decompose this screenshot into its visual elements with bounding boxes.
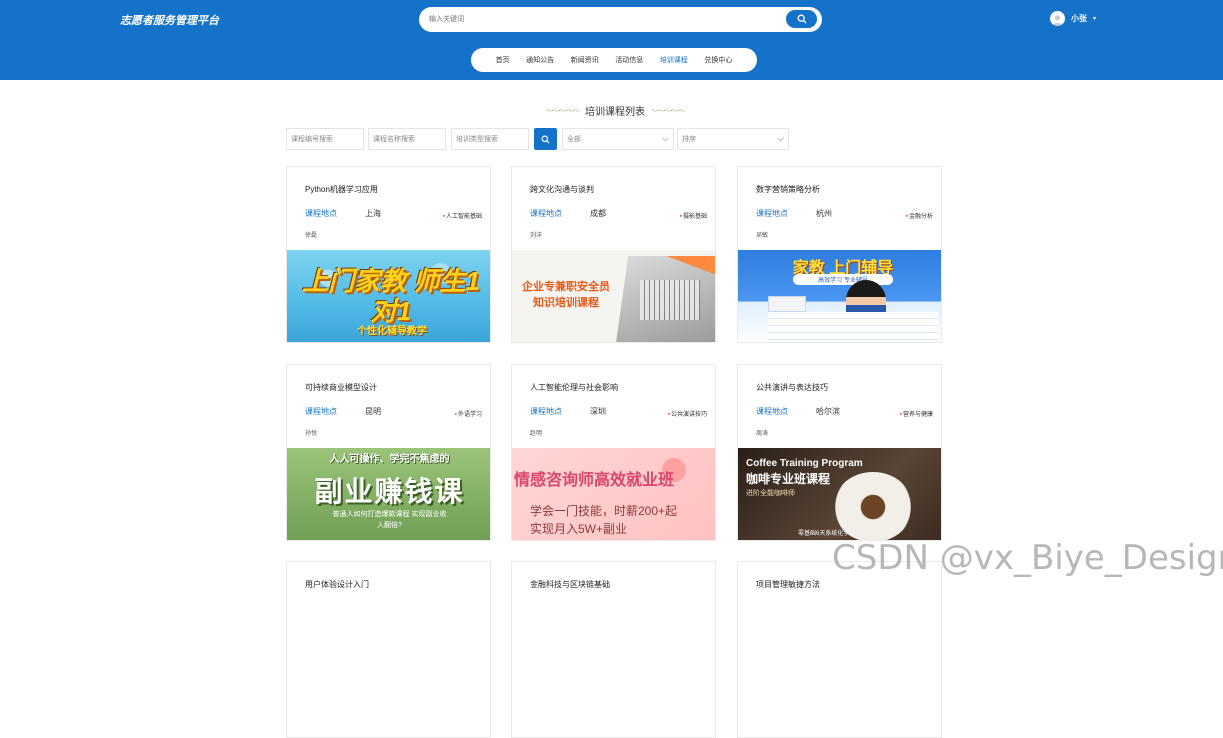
sort-select[interactable]: 排序: [677, 128, 789, 150]
search-icon: [797, 14, 806, 24]
nav-news[interactable]: 新闻资讯: [571, 55, 599, 65]
search-box: [419, 7, 822, 32]
course-teacher: 吴敏: [756, 233, 769, 239]
cover-headline: 情感咨询师高效就业班: [514, 472, 675, 489]
nav-notices[interactable]: 通知公告: [526, 55, 554, 65]
decorative-divider-left: ～･～･～･～･～: [545, 108, 580, 115]
course-cover-image[interactable]: 上门家教 师生1对1 个性化辅导教学: [287, 250, 490, 342]
course-tag: 金融分析: [906, 211, 933, 220]
cover-note: 普通人如何打造爆款课程 实现副业收入翻倍?: [332, 511, 447, 529]
cover-note: 进阶全能咖啡师: [746, 490, 795, 497]
course-title: 用户体验设计入门: [305, 580, 369, 589]
course-name-search-input[interactable]: 课程名称搜索: [368, 128, 446, 150]
main-nav: 首页 通知公告 新闻资讯 活动信息 培训课程 兑换中心: [471, 48, 757, 72]
category-select-value: 全部: [567, 136, 581, 143]
course-card[interactable]: Python机器学习应用 课程地点 上海 人工智能基础 徐磊 上门家教 师生1对…: [286, 166, 491, 343]
cover-headline: Coffee Training Program: [746, 458, 863, 469]
list-heading: ～･～･～･～･～ 培训课程列表 ～･～･～･～･～: [505, 102, 725, 118]
chevron-down-icon: ▾: [1093, 16, 1097, 22]
course-title: Python机器学习应用: [305, 185, 378, 194]
course-cover-image[interactable]: 企业专兼职安全员 知识培训课程: [512, 250, 715, 342]
course-teacher: 徐磊: [305, 233, 318, 239]
cover-subtitle: 咖啡专业班课程: [746, 472, 831, 486]
course-location: 深圳: [590, 407, 606, 416]
location-label: 课程地点: [530, 407, 562, 416]
course-tag: 人工智能基础: [443, 211, 482, 220]
cover-subtitle: 人人可操作、学完不焦虑的: [329, 454, 450, 465]
location-label: 课程地点: [305, 209, 337, 218]
course-title: 可持续商业模型设计: [305, 383, 377, 392]
course-card[interactable]: 可持续商业模型设计 课程地点 昆明 外语学习 孙悦 人人可操作、学完不焦虑的 副…: [286, 364, 491, 541]
course-location: 成都: [590, 209, 606, 218]
watermark: CSDN @vx_Biye_Design: [832, 538, 1223, 578]
location-label: 课程地点: [305, 407, 337, 416]
course-cover-image[interactable]: 家教 上门辅导 高效学习 专业辅导: [738, 250, 941, 342]
page-title: 培训课程列表: [585, 106, 645, 118]
course-teacher: 刘洋: [530, 233, 543, 239]
nav-activities[interactable]: 活动信息: [615, 55, 643, 65]
course-cover-image[interactable]: 人人可操作、学完不焦虑的 副业赚钱课 普通人如何打造爆款课程 实现副业收入翻倍?: [287, 448, 490, 540]
decorative-divider-right: ～･～･～･～･～: [651, 108, 685, 115]
chevron-down-icon: [777, 136, 784, 142]
course-teacher: 周涛: [756, 431, 769, 437]
cover-subtitle: 个性化辅导教学: [357, 326, 427, 337]
cover-subtitle: 知识培训课程: [533, 297, 599, 309]
cover-headline: 副业赚钱课: [314, 476, 465, 507]
sort-select-value: 排序: [682, 136, 696, 143]
course-type-search-input[interactable]: 培训类型搜索: [451, 128, 529, 150]
cover-headline: 上门家教 师生1对1: [302, 266, 480, 326]
course-number-search-input[interactable]: 课程编号搜索: [286, 128, 364, 150]
top-header: 志愿者服务管理平台 小张 ▾ 首页 通知公告 新闻资讯 活动信息 培训课程 兑换…: [0, 0, 1223, 80]
search-icon: [541, 134, 550, 144]
user-name: 小张: [1071, 14, 1087, 23]
course-tag: 外语学习: [455, 409, 482, 418]
course-title: 人工智能伦理与社会影响: [530, 383, 618, 392]
course-card[interactable]: 金融科技与区块链基础: [511, 561, 716, 738]
cover-footer: 零基础6天系统化学习: [798, 531, 856, 537]
course-title: 公共演讲与表达技巧: [756, 383, 828, 392]
user-icon: [1052, 15, 1063, 26]
course-cover-image[interactable]: Coffee Training Program 咖啡专业班课程 进阶全能咖啡师 …: [738, 448, 941, 540]
cover-headline: 企业专兼职安全员: [522, 281, 610, 293]
course-card[interactable]: 用户体验设计入门: [286, 561, 491, 738]
cover-note: 实现月入5W+副业: [530, 522, 628, 536]
course-title: 跨文化沟通与谈判: [530, 185, 594, 194]
course-tag: 公共演讲技巧: [668, 409, 707, 418]
course-cover-image[interactable]: 情感咨询师高效就业班 学会一门技能，时薪200+起 实现月入5W+副业: [512, 448, 715, 540]
chevron-down-icon: [662, 136, 669, 142]
category-select[interactable]: 全部: [562, 128, 674, 150]
location-label: 课程地点: [756, 209, 788, 218]
course-card[interactable]: 人工智能伦理与社会影响 课程地点 深圳 公共演讲技巧 赵明 情感咨询师高效就业班…: [511, 364, 716, 541]
course-location: 杭州: [816, 209, 832, 218]
course-location: 上海: [365, 209, 381, 218]
nav-home[interactable]: 首页: [496, 55, 510, 65]
avatar: [1050, 11, 1065, 26]
course-card[interactable]: 数字营销策略分析 课程地点 杭州 金融分析 吴敏 家教 上门辅导 高效学习 专业…: [737, 166, 942, 343]
nav-training-courses[interactable]: 培训课程: [660, 55, 688, 65]
course-teacher: 赵明: [530, 431, 543, 437]
course-title: 数字营销策略分析: [756, 185, 820, 194]
course-card[interactable]: 公共演讲与表达技巧 课程地点 哈尔滨 营养与健康 周涛 Coffee Train…: [737, 364, 942, 541]
course-tag: 摄影基础: [680, 211, 707, 220]
course-title: 项目管理敏捷方法: [756, 580, 820, 589]
course-teacher: 孙悦: [305, 431, 318, 437]
course-card[interactable]: 跨文化沟通与谈判 课程地点 成都 摄影基础 刘洋 企业专兼职安全员 知识培训课程: [511, 166, 716, 343]
cover-subtitle: 学会一门技能，时薪200+起: [530, 504, 678, 518]
course-card[interactable]: 项目管理敏捷方法: [737, 561, 942, 738]
search-input[interactable]: [429, 12, 769, 27]
course-title: 金融科技与区块链基础: [530, 580, 610, 589]
filter-search-button[interactable]: [534, 128, 557, 150]
search-button[interactable]: [786, 10, 817, 28]
course-location: 哈尔滨: [816, 407, 840, 416]
location-label: 课程地点: [530, 209, 562, 218]
course-location: 昆明: [365, 407, 381, 416]
course-tag: 营养与健康: [900, 409, 933, 418]
site-title[interactable]: 志愿者服务管理平台: [120, 12, 219, 28]
location-label: 课程地点: [756, 407, 788, 416]
nav-exchange-center[interactable]: 兑换中心: [704, 55, 732, 65]
user-menu[interactable]: 小张 ▾: [1050, 11, 1096, 26]
